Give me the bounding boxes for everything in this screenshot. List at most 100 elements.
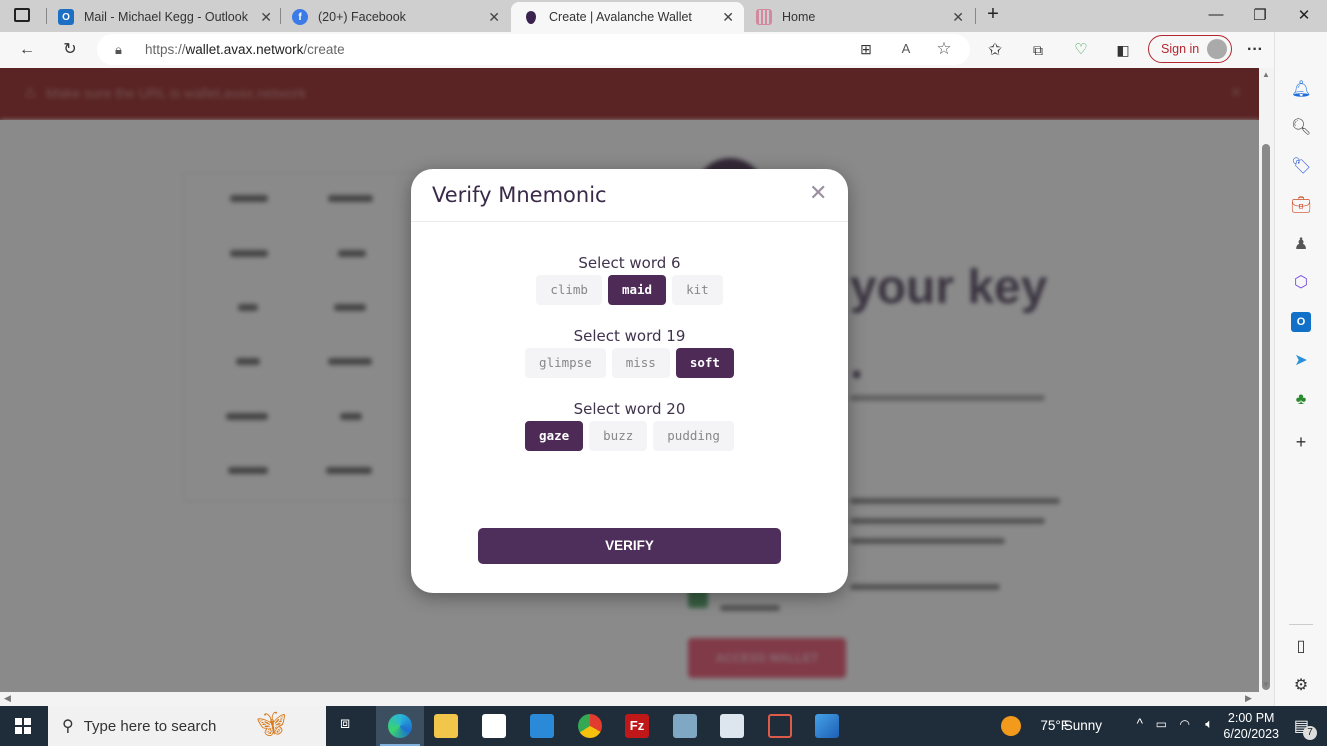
close-tab-icon[interactable]: ✕ xyxy=(488,9,500,26)
tab-outlook[interactable]: O Mail - Michael Kegg - Outlook ✕ xyxy=(46,2,282,32)
read-aloud-icon[interactable]: A xyxy=(896,39,916,59)
hide-sidebar-icon[interactable]: ▯ xyxy=(1291,637,1311,657)
collections-icon[interactable]: ⧉ xyxy=(1028,40,1048,60)
edge-icon xyxy=(388,714,412,738)
task-view-icon[interactable]: ⧈ xyxy=(340,715,350,733)
battery-icon[interactable]: ▭ xyxy=(1156,717,1167,731)
word-option-maid[interactable]: maid xyxy=(607,275,667,305)
clock[interactable]: 2:00 PM 6/20/2023 xyxy=(1223,710,1279,742)
tab-title: Mail - Michael Kegg - Outlook xyxy=(84,10,248,24)
verify-mnemonic-modal: Verify Mnemonic ✕ Select word 6 climb ma… xyxy=(411,169,848,593)
tab-strip: O Mail - Michael Kegg - Outlook ✕ f (20+… xyxy=(0,0,1327,32)
word-option-gaze[interactable]: gaze xyxy=(525,421,584,451)
add-sidebar-app-icon[interactable]: + xyxy=(1291,432,1311,452)
more-options-button[interactable]: ··· xyxy=(1245,40,1265,60)
notification-count-badge: 7 xyxy=(1303,726,1317,740)
windows-taskbar: ⚲ Type here to search 🦋︎ ⧈ Fz 75°F Sunny… xyxy=(0,706,1327,746)
clock-time: 2:00 PM xyxy=(1227,711,1275,725)
browser-essentials-icon[interactable]: ♡ xyxy=(1071,40,1091,60)
weather-sun-icon[interactable] xyxy=(1001,716,1021,736)
app-available-icon[interactable]: ⊞ xyxy=(856,39,876,59)
horizontal-scrollbar[interactable]: ◀ ▶ xyxy=(0,692,1259,706)
sign-in-button[interactable]: Sign in xyxy=(1148,35,1232,63)
scroll-up-icon[interactable]: ▲ xyxy=(1262,70,1270,79)
favorite-star-icon[interactable]: ☆ xyxy=(934,39,954,59)
photos-icon[interactable] xyxy=(815,714,839,738)
tab-home[interactable]: Home ✕ xyxy=(744,2,974,32)
taskbar-edge-active[interactable] xyxy=(376,706,424,746)
settings-gear-icon[interactable]: ⚙ xyxy=(1291,676,1311,696)
word-option-miss[interactable]: miss xyxy=(611,348,670,378)
microsoft-store-icon[interactable] xyxy=(482,714,506,738)
lock-icon[interactable]: 🔒︎ xyxy=(115,42,122,58)
modal-divider xyxy=(411,221,848,222)
new-tab-button[interactable]: + xyxy=(983,3,1003,26)
drop-send-icon[interactable]: ➤ xyxy=(1291,351,1311,371)
sign-in-label: Sign in xyxy=(1161,42,1200,56)
scroll-down-icon[interactable]: ▼ xyxy=(1262,680,1270,689)
url-prefix: https:// xyxy=(145,42,186,57)
tab-title: (20+) Facebook xyxy=(318,10,406,24)
word-option-buzz[interactable]: buzz xyxy=(589,421,648,451)
show-hidden-icons-chevron[interactable]: ^ xyxy=(1137,716,1143,731)
scroll-right-icon[interactable]: ▶ xyxy=(1245,693,1252,704)
filezilla-icon[interactable]: Fz xyxy=(625,714,649,738)
word-option-climb[interactable]: climb xyxy=(536,275,602,305)
tab-actions-icon[interactable] xyxy=(14,8,30,22)
word-option-soft[interactable]: soft xyxy=(675,348,734,378)
tab-facebook[interactable]: f (20+) Facebook ✕ xyxy=(280,2,510,32)
vertical-scrollbar[interactable]: ▲ ▼ xyxy=(1259,68,1274,692)
search-placeholder: Type here to search xyxy=(83,717,217,735)
tools-briefcase-icon[interactable]: 💼︎ xyxy=(1291,196,1311,216)
minimize-button[interactable]: — xyxy=(1206,6,1226,23)
close-tab-icon[interactable]: ✕ xyxy=(722,9,734,26)
address-bar[interactable]: 🔒︎ https://wallet.avax.network/create ⊞ … xyxy=(97,34,970,65)
refresh-button[interactable]: ↻ xyxy=(60,40,80,60)
word-group-19: Select word 19 glimpse miss soft xyxy=(411,325,848,378)
microsoft-365-icon[interactable]: ⬡ xyxy=(1291,273,1311,293)
word-group-6: Select word 6 climb maid kit xyxy=(411,252,848,305)
split-screen-icon[interactable]: ◧ xyxy=(1113,40,1133,60)
scrollbar-thumb[interactable] xyxy=(1262,144,1270,690)
mail-icon[interactable] xyxy=(530,714,554,738)
wifi-icon[interactable]: ◠ xyxy=(1180,717,1190,731)
chrome-icon[interactable] xyxy=(578,714,602,738)
browser-toolbar: ← ↻ 🔒︎ https://wallet.avax.network/creat… xyxy=(0,32,1327,68)
weather-condition[interactable]: Sunny xyxy=(1064,718,1102,733)
wordpad-icon[interactable] xyxy=(720,714,744,738)
phone-link-icon[interactable] xyxy=(768,714,792,738)
windows-start-icon[interactable] xyxy=(15,718,31,734)
outlook-icon: O xyxy=(58,9,74,25)
tab-avalanche-wallet[interactable]: Create | Avalanche Wallet ✕ xyxy=(511,2,744,32)
volume-icon[interactable]: 🔈︎ xyxy=(1205,716,1213,732)
close-window-button[interactable]: ✕ xyxy=(1294,6,1314,24)
back-button[interactable]: ← xyxy=(17,40,37,60)
games-icon[interactable]: ♟ xyxy=(1291,235,1311,255)
close-tab-icon[interactable]: ✕ xyxy=(952,9,964,26)
outlook-icon[interactable]: O xyxy=(1291,312,1311,332)
page-viewport: ⚠ Make sure the URL is wallet.avax.netwo… xyxy=(0,68,1259,692)
word-label: Select word 20 xyxy=(573,400,686,418)
search-icon[interactable]: 🔍︎ xyxy=(1291,118,1311,138)
notifications-bell-icon[interactable]: 🔔︎ xyxy=(1291,80,1311,100)
verify-button[interactable]: VERIFY xyxy=(478,528,781,564)
taskbar-search-box[interactable]: ⚲ Type here to search 🦋︎ xyxy=(48,706,326,746)
restore-button[interactable]: ❐ xyxy=(1250,6,1270,24)
sidebar-divider xyxy=(1289,624,1313,625)
file-explorer-icon[interactable] xyxy=(434,714,458,738)
close-icon[interactable]: ✕ xyxy=(809,181,827,206)
avalanche-icon xyxy=(523,9,539,25)
shopping-tag-icon[interactable]: 🏷︎ xyxy=(1291,157,1311,177)
notepad-app-icon[interactable] xyxy=(673,714,697,738)
scroll-left-icon[interactable]: ◀ xyxy=(4,693,11,704)
home-grid-icon xyxy=(756,9,772,25)
favorites-icon[interactable]: ✩ xyxy=(985,40,1005,60)
tree-icon[interactable]: ♣ xyxy=(1291,390,1311,410)
butterfly-decoration-icon: 🦋︎ xyxy=(256,711,287,738)
word-label: Select word 19 xyxy=(573,327,686,345)
word-option-pudding[interactable]: pudding xyxy=(653,421,734,451)
word-option-kit[interactable]: kit xyxy=(672,275,723,305)
word-option-glimpse[interactable]: glimpse xyxy=(525,348,606,378)
url-domain: wallet.avax.network xyxy=(185,42,304,57)
close-tab-icon[interactable]: ✕ xyxy=(260,9,272,26)
